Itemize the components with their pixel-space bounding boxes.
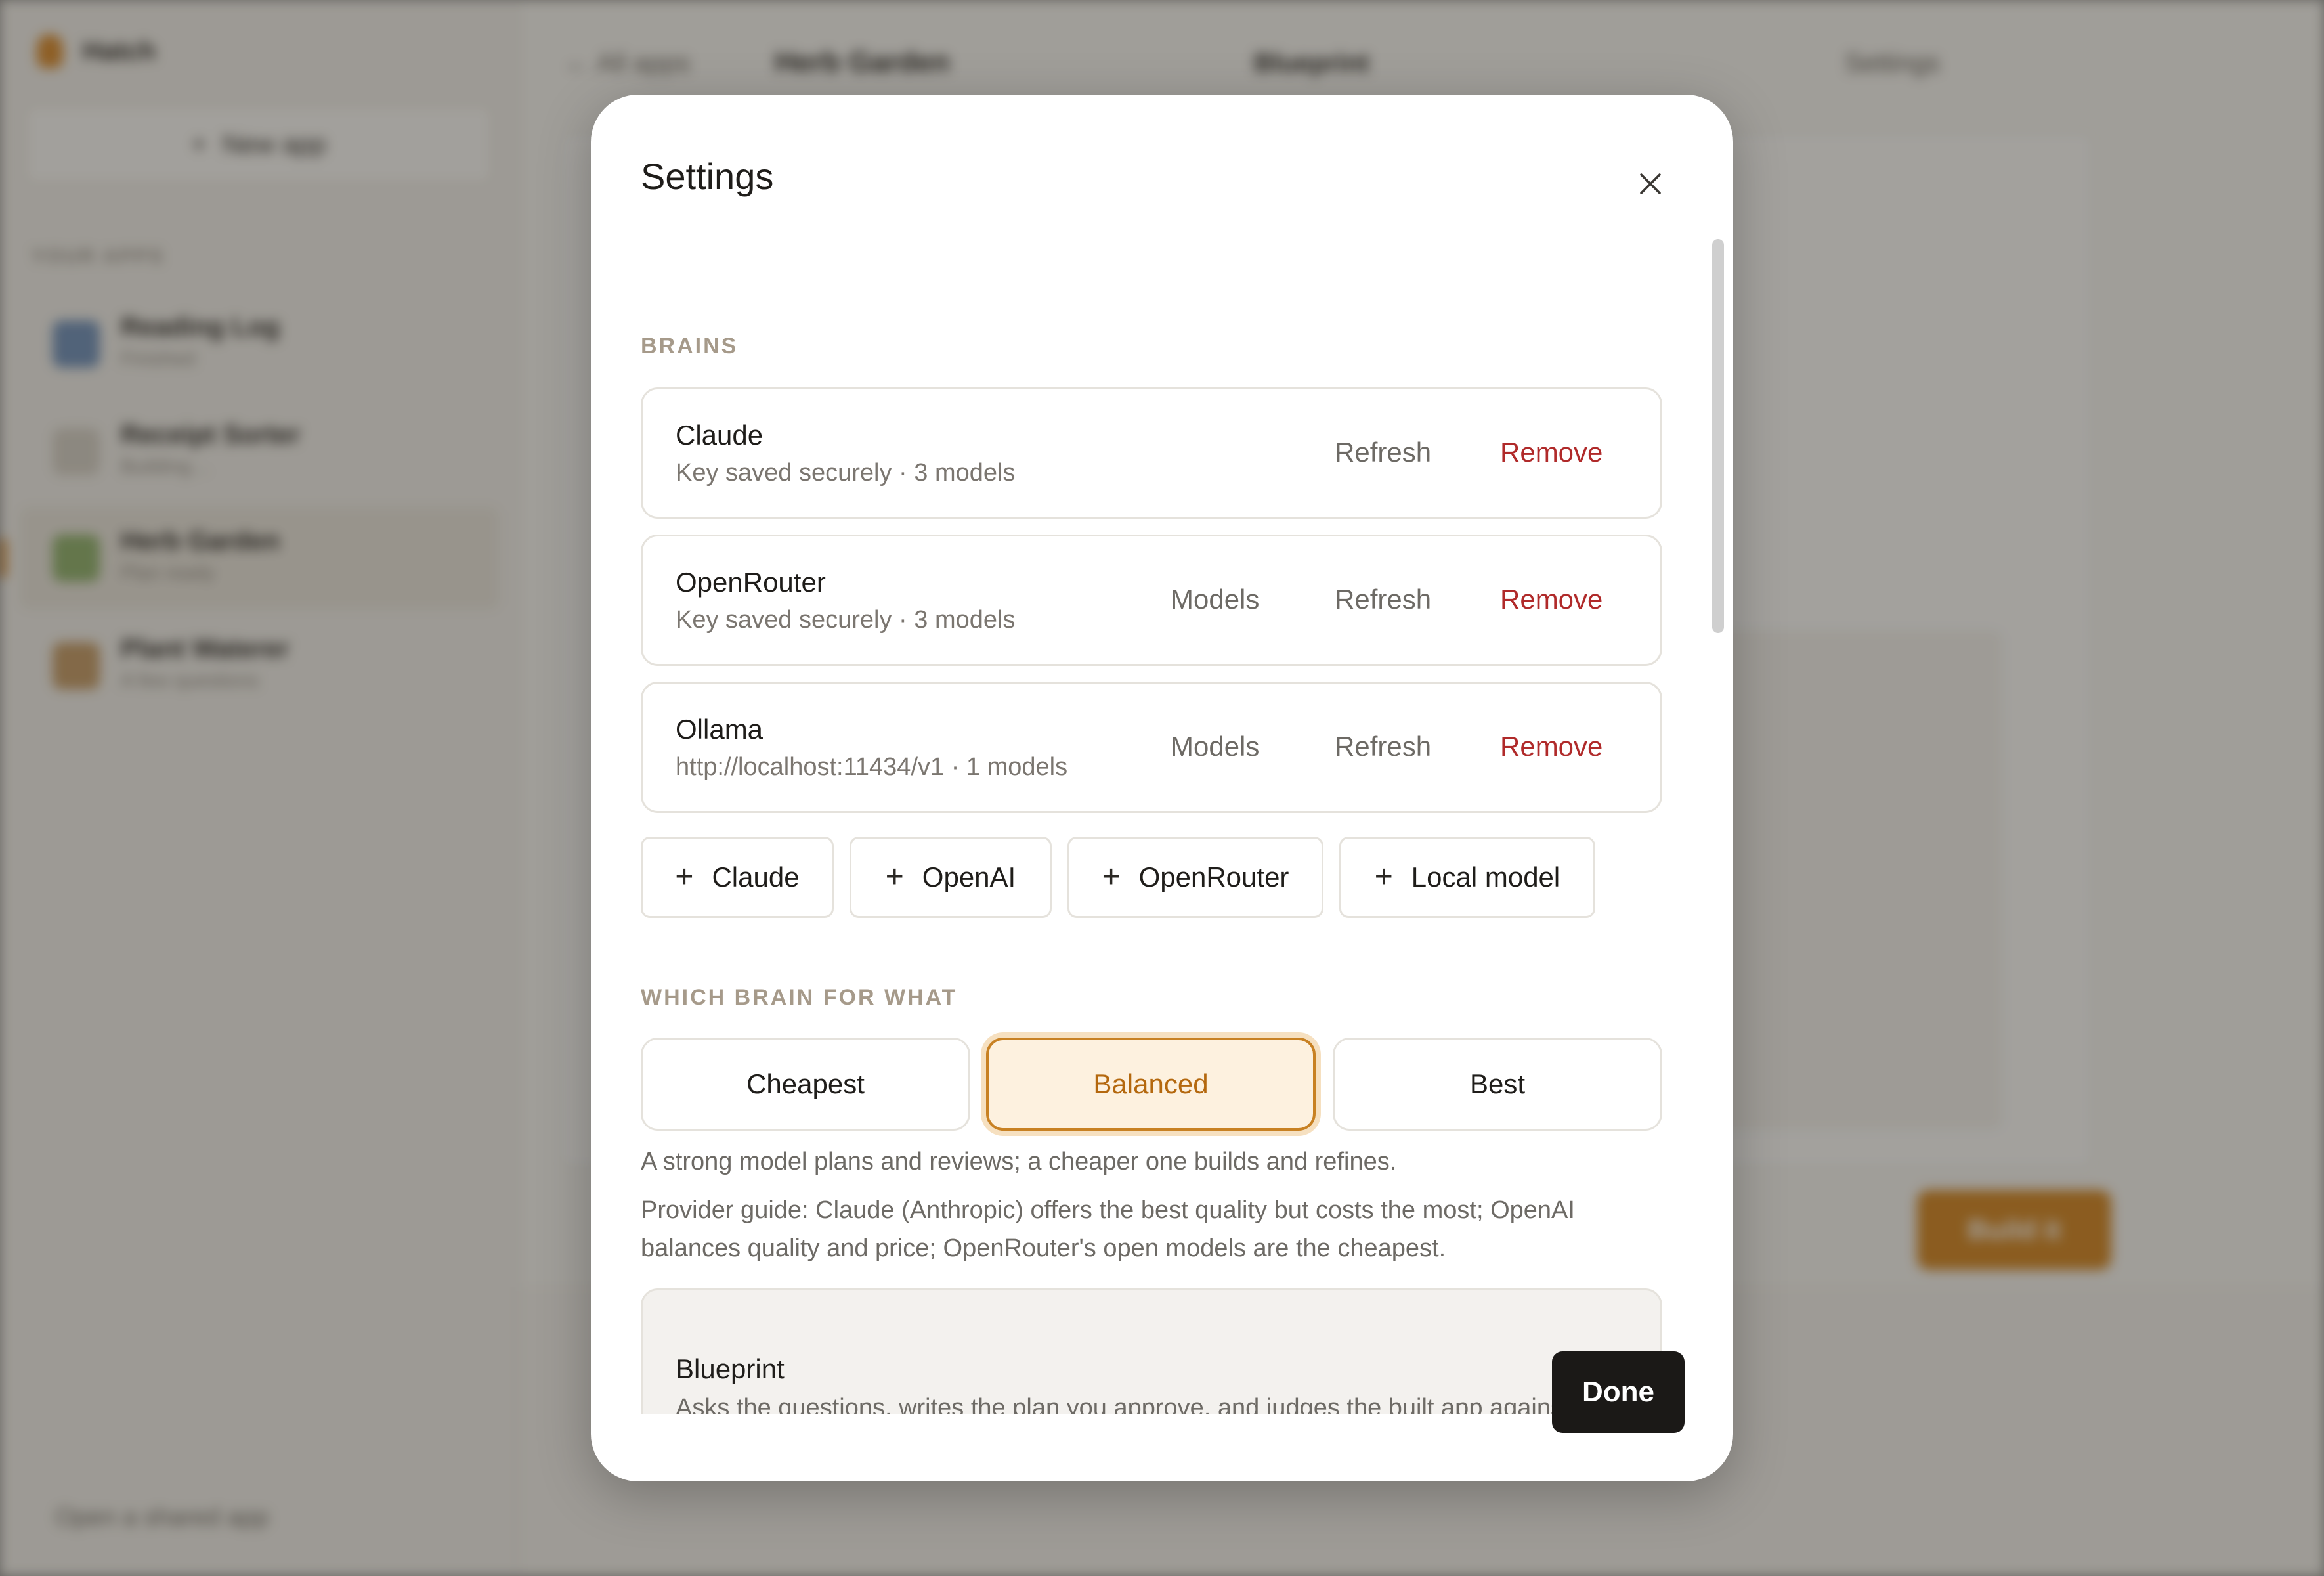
role-card-blueprint: Blueprint Asks the questions, writes the… — [641, 1288, 1662, 1414]
provider-guide-text: Provider guide: Claude (Anthropic) offer… — [641, 1196, 1575, 1262]
done-button[interactable]: Done — [1552, 1351, 1685, 1433]
refresh-button[interactable]: Refresh — [1335, 437, 1431, 468]
plus-icon: + — [1374, 860, 1393, 894]
add-button-label: OpenAI — [922, 862, 1016, 892]
mode-balanced-button[interactable]: Balanced — [986, 1038, 1316, 1131]
provider-meta: Key saved securely · 3 models — [676, 459, 1016, 487]
provider-meta: http://localhost:11434/v1 · 1 models — [676, 753, 1068, 781]
close-button[interactable] — [1627, 160, 1674, 208]
plus-icon: + — [885, 860, 904, 894]
mode-best-button[interactable]: Best — [1333, 1038, 1662, 1131]
plus-icon: + — [1102, 860, 1121, 894]
settings-modal: Settings BRAINS Claude Key saved securel… — [591, 95, 1733, 1481]
settings-scroll-area[interactable]: BRAINS Claude Key saved securely · 3 mod… — [641, 239, 1662, 1414]
add-local-model-button[interactable]: + Local model — [1339, 837, 1595, 918]
close-icon — [1640, 173, 1661, 194]
scrollbar-thumb[interactable] — [1712, 239, 1724, 633]
remove-button[interactable]: Remove — [1500, 584, 1603, 615]
add-openrouter-button[interactable]: + OpenRouter — [1067, 837, 1323, 918]
mode-help-text: A strong model plans and reviews; a chea… — [641, 1148, 1397, 1175]
provider-card-claude: Claude Key saved securely · 3 models Ref… — [641, 387, 1662, 519]
remove-button[interactable]: Remove — [1500, 437, 1603, 468]
role-description: Asks the questions, writes the plan you … — [676, 1394, 1622, 1414]
provider-name: Claude — [676, 420, 764, 450]
add-button-label: OpenRouter — [1138, 862, 1289, 892]
provider-name: OpenRouter — [676, 567, 826, 598]
mode-cheapest-button[interactable]: Cheapest — [641, 1038, 970, 1131]
provider-name: Ollama — [676, 714, 764, 745]
add-openai-button[interactable]: + OpenAI — [850, 837, 1052, 918]
role-title: Blueprint — [676, 1353, 785, 1384]
provider-card-openrouter: OpenRouter Key saved securely · 3 models… — [641, 535, 1662, 666]
modal-title: Settings — [641, 156, 774, 197]
add-button-label: Local model — [1411, 862, 1560, 892]
refresh-button[interactable]: Refresh — [1335, 584, 1431, 615]
remove-button[interactable]: Remove — [1500, 731, 1603, 762]
plus-icon: + — [675, 860, 694, 894]
models-button[interactable]: Models — [1171, 584, 1259, 615]
refresh-button[interactable]: Refresh — [1335, 731, 1431, 762]
add-claude-button[interactable]: + Claude — [641, 837, 834, 918]
provider-card-ollama: Ollama http://localhost:11434/v1 · 1 mod… — [641, 682, 1662, 813]
brains-heading: BRAINS — [641, 334, 739, 359]
models-button[interactable]: Models — [1171, 731, 1259, 762]
provider-meta: Key saved securely · 3 models — [676, 606, 1016, 634]
which-brain-heading: WHICH BRAIN FOR WHAT — [641, 985, 958, 1010]
add-button-label: Claude — [712, 862, 800, 892]
